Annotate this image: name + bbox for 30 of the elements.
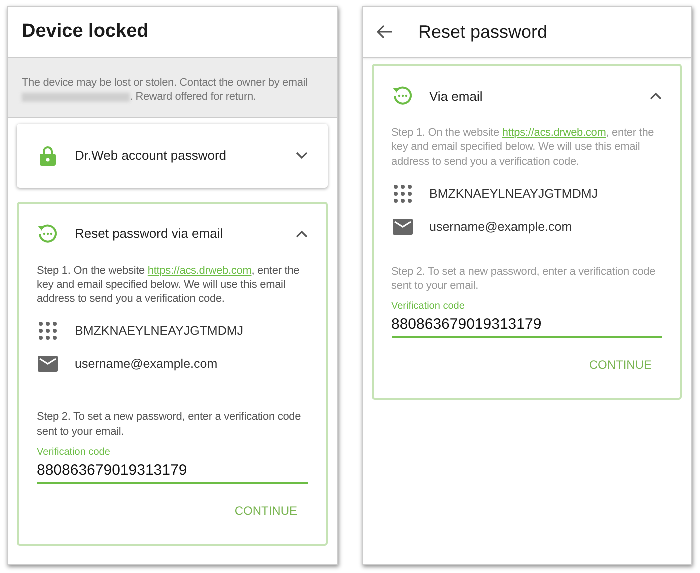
restore-icon	[37, 222, 59, 245]
email-text: username@example.com	[75, 357, 218, 372]
step-instructions: Step 2. To set a new password, enter a verification code sent to your email.	[37, 410, 302, 440]
screen-title: Reset password	[418, 22, 548, 42]
notice-text: The device may be lost or stolen. Contact the owner by email	[22, 77, 308, 89]
restore-icon	[392, 85, 414, 107]
chevron-down-icon[interactable]	[296, 152, 308, 160]
dialpad-icon	[394, 184, 412, 203]
step-instructions: Step 1. On the website https://acs.drweb.com, enter the key and email specified below. We will use this email address to send you a verification code.	[392, 126, 656, 169]
mail-icon	[38, 356, 58, 372]
screen-title: Device locked	[22, 21, 149, 43]
email-text: username@example.com	[430, 220, 572, 234]
field-label: Verification code	[392, 301, 466, 312]
key-text: BMZKNAEYLNEAYJGTMDMJ	[75, 324, 244, 338]
section-title[interactable]: Reset password via email	[75, 226, 280, 242]
verification-code-field[interactable]: 880863679019313179	[392, 312, 662, 338]
section-title[interactable]: Dr.Web account password	[75, 148, 280, 164]
dialpad-icon	[39, 322, 57, 340]
mail-icon	[392, 218, 412, 235]
step-instructions: Step 1. On the website https://acs.drweb.com, enter the key and email specified below. We will use this email address to send you a verification code.	[37, 264, 301, 306]
step-instructions: Step 2. To set a new password, enter a verification code sent to your email.	[392, 264, 657, 294]
lock-icon	[40, 146, 56, 166]
verification-code-field[interactable]: 880863679019313179	[37, 458, 308, 484]
chevron-up-icon[interactable]	[296, 230, 308, 238]
back-icon[interactable]	[376, 25, 392, 39]
notice-text: . Reward offered for return.	[130, 91, 256, 104]
chevron-up-icon[interactable]	[650, 92, 662, 100]
field-label: Verification code	[37, 447, 112, 458]
key-text: BMZKNAEYLNEAYJGTMDMJ	[430, 186, 598, 201]
section-title[interactable]: Via email	[430, 88, 634, 104]
